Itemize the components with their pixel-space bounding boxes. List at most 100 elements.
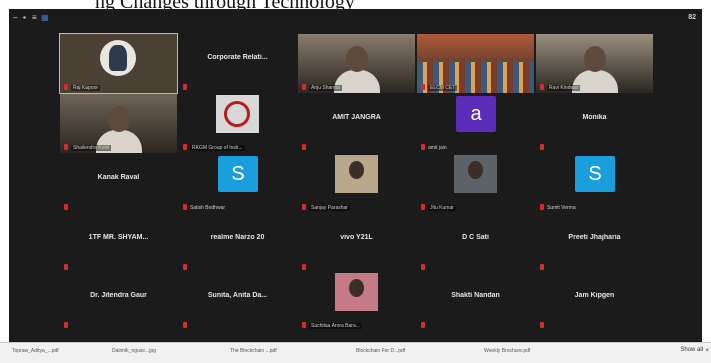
participant-tile-shyam[interactable]: 1TF MR. SHYAM... — [60, 214, 177, 273]
dot-icon[interactable]: ▪ — [23, 14, 26, 22]
person-silhouette — [349, 161, 364, 179]
show-all-button[interactable]: Show all — [680, 347, 703, 353]
participant-video — [335, 155, 378, 193]
participant-tile-sumit[interactable]: S Sumit Verma — [536, 154, 653, 213]
college-logo — [224, 101, 250, 127]
participant-tile-satish[interactable]: S Satish Bodhwar — [179, 154, 296, 213]
participant-name: Jam Kipgen — [574, 292, 615, 299]
participant-tile-raj[interactable]: Raj Kapoor — [59, 33, 178, 94]
mic-muted-icon — [183, 204, 187, 210]
participant-label: Suchitaa Arora Bara... — [309, 323, 362, 329]
participant-tile-rkgm[interactable]: RKGM Group of Insti... — [179, 94, 296, 153]
participant-name: 1TF MR. SHYAM... — [88, 234, 149, 241]
download-item[interactable]: The Blockchain ...pdf — [230, 348, 277, 354]
downloads-bar: Topraw_Aditya_...pdf Dainnik_nguse...jpg T… — [0, 342, 711, 363]
participant-tile-shailendra[interactable]: Shailendra Kohli — [60, 94, 177, 153]
participant-name: AMIT JANGRA — [332, 114, 381, 121]
participant-tile-corp[interactable]: Corporate Relati... — [179, 34, 296, 93]
participant-name: Sunita, Anita Da... — [207, 292, 268, 299]
person-silhouette — [468, 161, 483, 179]
mic-muted-icon — [421, 84, 425, 90]
participant-name: Kanak Raval — [97, 174, 140, 181]
meeting-window: – ▪ ≡ ▦ 82 Raj Kapoor Corporate Relati...… — [9, 9, 702, 342]
mic-muted-icon — [64, 84, 68, 90]
participant-name: vivo Y21L — [340, 234, 373, 241]
mic-muted-icon — [64, 204, 68, 210]
participant-tile-jitu[interactable]: Jitu Kumar — [417, 154, 534, 213]
mic-muted-icon — [421, 264, 425, 270]
participant-tile-kanak[interactable]: Kanak Raval — [60, 154, 177, 213]
participant-tile-vivo[interactable]: vivo Y21L — [298, 214, 415, 273]
participant-label: amit jain — [428, 145, 447, 151]
download-item[interactable]: Blockchain For D...pdf — [356, 348, 405, 354]
participant-tile-dcsati[interactable]: D C Sati — [417, 214, 534, 273]
mic-muted-icon — [302, 204, 306, 210]
download-item[interactable]: Dainnik_nguse...jpg — [112, 348, 156, 354]
person-silhouette — [346, 46, 368, 72]
participant-label: Raj Kapoor — [71, 85, 101, 91]
participant-label: Sumit Verma — [547, 205, 576, 211]
participant-label: RKGM Group of Insti... — [190, 145, 245, 151]
mic-muted-icon — [302, 84, 306, 90]
person-silhouette — [349, 279, 364, 297]
person-silhouette — [584, 46, 606, 72]
participant-label: Anju Sharma — [309, 85, 342, 91]
menu-icon[interactable]: ≡ — [32, 14, 37, 22]
mic-muted-icon — [64, 144, 68, 150]
participant-count: 82 — [688, 14, 696, 21]
participant-tile-jam[interactable]: Jam Kipgen — [536, 272, 653, 331]
participant-tile-sanjay[interactable]: Sanjay Parashar — [298, 154, 415, 213]
participant-tile-elcm[interactable]: ELCM CET — [417, 34, 534, 93]
participant-tile-shakti[interactable]: Shakti Nandan — [417, 272, 534, 331]
mic-muted-icon — [302, 322, 306, 328]
participant-video — [454, 155, 497, 193]
mic-muted-icon — [64, 264, 68, 270]
person-silhouette — [109, 45, 127, 71]
participant-video — [335, 273, 378, 311]
download-item[interactable]: Topraw_Aditya_...pdf — [12, 348, 59, 354]
participant-label: ELCM CET — [428, 85, 458, 91]
gallery-view-icon[interactable]: ▦ — [41, 14, 49, 22]
mic-muted-icon — [421, 144, 425, 150]
mic-muted-icon — [421, 322, 425, 328]
participant-tile-preeti[interactable]: Preeti Jhajharia — [536, 214, 653, 273]
participant-label: Shailendra Kohli — [71, 145, 112, 151]
download-item[interactable]: Weekly Brochure.pdf — [484, 348, 530, 354]
participant-video — [216, 95, 259, 133]
mic-muted-icon — [540, 204, 544, 210]
participant-label: Satish Bodhwar — [190, 205, 226, 211]
mic-muted-icon — [421, 204, 425, 210]
participant-name: D C Sati — [462, 234, 489, 241]
participant-avatar: S — [575, 156, 615, 192]
participant-tile-narzo[interactable]: realme Narzo 20 — [179, 214, 296, 273]
minimize-icon[interactable]: – — [13, 14, 17, 22]
participant-label: Jitu Kumar — [428, 205, 456, 211]
mic-muted-icon — [64, 322, 68, 328]
mic-muted-icon — [540, 322, 544, 328]
participant-tile-amitjain[interactable]: a amit jain — [417, 94, 534, 153]
participant-avatar: S — [218, 156, 258, 192]
participant-name: Monika — [582, 114, 607, 121]
participant-tile-amit[interactable]: AMIT JANGRA — [298, 94, 415, 153]
meeting-toolbar: – ▪ ≡ ▦ 82 — [9, 9, 702, 29]
mic-muted-icon — [183, 144, 187, 150]
mic-muted-icon — [183, 84, 187, 90]
participant-avatar: a — [456, 96, 496, 132]
participant-tile-ravi[interactable]: Ravi Kindwar — [536, 34, 653, 93]
participant-name: Dr. Jitendra Gaur — [90, 292, 147, 299]
participant-tile-sunita[interactable]: Sunita, Anita Da... — [179, 272, 296, 331]
profile-picture — [100, 40, 136, 76]
participant-name: Preeti Jhajharia — [568, 234, 621, 241]
mic-muted-icon — [302, 144, 306, 150]
mic-muted-icon — [540, 264, 544, 270]
participant-tile-jitendra[interactable]: Dr. Jitendra Gaur — [60, 272, 177, 331]
person-silhouette — [108, 106, 130, 132]
participant-tile-anju[interactable]: Anju Sharma — [298, 34, 415, 93]
mic-muted-icon — [540, 84, 544, 90]
mic-muted-icon — [302, 264, 306, 270]
close-icon[interactable]: × — [705, 348, 709, 354]
participant-tile-monika[interactable]: Monika — [536, 94, 653, 153]
mic-muted-icon — [540, 144, 544, 150]
participant-label: Sanjay Parashar — [309, 205, 350, 211]
participant-tile-suchitaa[interactable]: Suchitaa Arora Bara... — [298, 272, 415, 331]
